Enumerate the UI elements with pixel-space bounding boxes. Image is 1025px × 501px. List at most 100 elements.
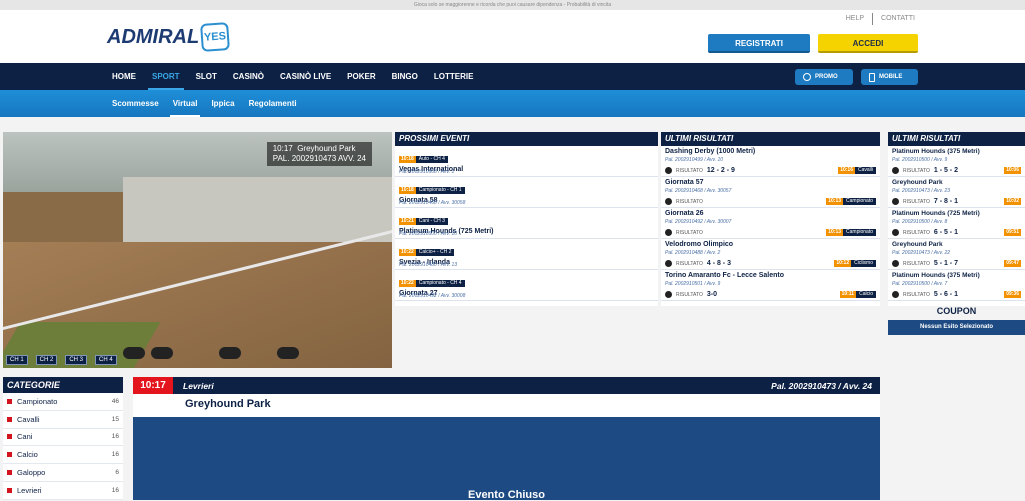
category-bullet	[7, 434, 12, 440]
side-result-row[interactable]: Greyhound Park Pal. 2002910473 / Avv. 23…	[888, 177, 1025, 208]
mobile-button[interactable]: MOBILE	[861, 69, 918, 85]
event-pal: Pal. 2002910508 / Avv. 1	[399, 169, 455, 175]
coupon: COUPON Nessun Esito Selezionato	[888, 306, 1025, 335]
event-detail-title: Greyhound Park	[185, 398, 271, 410]
event-category: Campionato - CH 1	[415, 187, 465, 194]
result-tag: 10:11 Calcio	[839, 291, 876, 298]
contacts-link[interactable]: CONTATTI	[881, 15, 915, 25]
result-row[interactable]: Giornata 57 Pal. 2002910468 / Avv. 30057…	[661, 177, 880, 208]
result-label: RISULTATO	[676, 167, 703, 174]
category-name: Cavalli	[17, 414, 40, 424]
top-notice: Gioca solo se maggiorenne e ricorda che …	[0, 0, 1025, 10]
result-row[interactable]: Velodromo Olimpico Pal. 2002910488 / Avv…	[661, 239, 880, 270]
coupon-title: COUPON	[936, 306, 977, 316]
categories-panel: CATEGORIE Campionato 46 Cavalli 15 Cani 16 …	[3, 377, 123, 500]
side-result-row[interactable]: Platinum Hounds (725 Metri) Pal. 2002910…	[888, 208, 1025, 239]
play-icon[interactable]	[892, 260, 899, 267]
event-tag: 10:18 Campionato - CH 1	[399, 187, 465, 194]
category-bullet	[7, 416, 12, 422]
side-result-row[interactable]: Platinum Hounds (375 Metri) Pal. 2002910…	[888, 146, 1025, 177]
help-link[interactable]: HELP	[846, 15, 864, 25]
result-row[interactable]: Torino Amaranto Fc - Lecce Salento Pal. …	[661, 270, 880, 301]
result-row[interactable]: Dashing Derby (1000 Metri) Pal. 20029104…	[661, 146, 880, 177]
side-result-name: Greyhound Park	[892, 179, 943, 186]
result-label: RISULTATO	[676, 291, 703, 298]
event-row[interactable]: 10:21 Cani - CH 3 Platinum Hounds (725 Me…	[395, 208, 658, 239]
category-count: 16	[111, 451, 119, 459]
result-name: Velodromo Olimpico	[665, 241, 734, 248]
sub-nav: Scommesse Virtual Ippica Regolamenti	[0, 90, 1025, 117]
channel-button-4[interactable]: CH 4	[95, 355, 117, 365]
category-item[interactable]: Calcio 16	[3, 446, 123, 465]
result-time: 10:16	[838, 167, 855, 174]
category-item[interactable]: Levrieri 16	[3, 482, 123, 500]
video-player[interactable]: 10:17 Greyhound Park PAL. 2002910473 AVV…	[3, 132, 392, 368]
side-results-title: ULTIMI RISULTATI	[888, 132, 1025, 146]
register-button[interactable]: REGISTRATI	[708, 34, 810, 53]
event-time: 10:21	[399, 218, 416, 225]
event-category: Calcio+ - CH 2	[415, 249, 455, 256]
play-icon[interactable]	[665, 291, 672, 298]
play-icon[interactable]	[665, 229, 672, 236]
result-category: Campionato	[843, 229, 876, 236]
channel-button-2[interactable]: CH 2	[35, 355, 58, 365]
play-icon[interactable]	[665, 167, 672, 174]
result-time: 10:12	[834, 260, 852, 267]
channel-switcher: CH 1 CH 2 CH 3 CH 4	[6, 355, 117, 365]
channel-button-1[interactable]: CH 1	[6, 355, 28, 365]
result-label: RISULTATO	[903, 291, 930, 298]
play-icon[interactable]	[892, 167, 899, 174]
category-item[interactable]: Cani 16	[3, 429, 123, 447]
nav-item-slot[interactable]: SLOT	[188, 63, 225, 90]
play-icon[interactable]	[665, 260, 672, 267]
side-result-value: 5 - 1 - 7	[933, 260, 958, 267]
category-count: 16	[111, 486, 119, 494]
nav-item-bingo[interactable]: BINGO	[384, 63, 426, 90]
category-bullet	[7, 398, 12, 404]
subnav-item-ippica[interactable]: Ippica	[204, 90, 241, 117]
side-results-panel: ULTIMI RISULTATI Platinum Hounds (375 Me…	[888, 132, 1025, 306]
event-row[interactable]: 10:18 Campionato - CH 1 Giornata 58 Pal. …	[395, 177, 658, 208]
channel-button-3[interactable]: CH 3	[65, 355, 88, 365]
logo[interactable]: ADMIRAL YES	[107, 22, 231, 52]
nav-item-poker[interactable]: POKER	[339, 63, 383, 90]
side-result-name: Platinum Hounds (725 Metri)	[892, 210, 980, 217]
event-row[interactable]: 10:22 Campionato - CH 4 Giornata 27 Pal. …	[395, 270, 658, 301]
subnav-item-scommesse[interactable]: Scommesse	[105, 90, 166, 117]
play-icon[interactable]	[892, 291, 899, 298]
result-row[interactable]: Giornata 26 Pal. 2002910492 / Avv. 30007…	[661, 208, 880, 239]
category-name: Calcio	[17, 450, 38, 460]
event-row[interactable]: 10:18 Auto - CH 4 Vegas International Pal…	[395, 146, 658, 177]
play-icon[interactable]	[665, 198, 672, 205]
category-item[interactable]: Cavalli 15	[3, 411, 123, 429]
category-item[interactable]: Campionato 46	[3, 393, 123, 411]
result-category: Cavalli	[854, 167, 876, 174]
event-time: 10:18	[399, 156, 416, 163]
last-results-title: ULTIMI RISULTATI	[661, 132, 880, 146]
play-icon[interactable]	[892, 229, 899, 236]
category-count: 16	[111, 433, 119, 441]
side-result-row[interactable]: Platinum Hounds (375 Metri) Pal. 2002910…	[888, 270, 1025, 301]
side-result-row[interactable]: Greyhound Park Pal. 2002910473 / Avv. 22…	[888, 239, 1025, 270]
nav-item-casino[interactable]: CASINÒ	[225, 63, 272, 90]
video-time: 10:17	[272, 144, 293, 153]
subnav-item-regolamenti[interactable]: Regolamenti	[242, 90, 304, 117]
category-name: Cani	[17, 432, 33, 442]
result-name: Giornata 26	[665, 210, 704, 217]
nav-item-lotterie[interactable]: LOTTERIE	[426, 63, 482, 90]
nav-item-casino-live[interactable]: CASINÒ LIVE	[272, 63, 339, 90]
result-value: 12 - 2 - 9	[706, 167, 735, 174]
greyhound	[219, 347, 241, 359]
nav-item-sport[interactable]: SPORT	[144, 63, 188, 90]
event-row[interactable]: 10:22 Calcio+ - CH 2 Svezia - Irlanda Pal…	[395, 239, 658, 270]
category-item[interactable]: Galoppo 6	[3, 464, 123, 482]
play-icon[interactable]	[892, 198, 899, 205]
login-button[interactable]: ACCEDI	[818, 34, 918, 53]
promo-button[interactable]: PROMO	[795, 69, 853, 85]
side-result-tag: 10:06	[1004, 167, 1021, 174]
nav-item-home[interactable]: HOME	[104, 63, 144, 90]
categories-title: CATEGORIE	[3, 377, 123, 393]
side-result-pal: Pal. 2002910500 / Avv. 7	[892, 281, 948, 287]
subnav-item-virtual[interactable]: Virtual	[166, 90, 205, 117]
result-tag: 10:12 Ciclismo	[834, 260, 876, 267]
